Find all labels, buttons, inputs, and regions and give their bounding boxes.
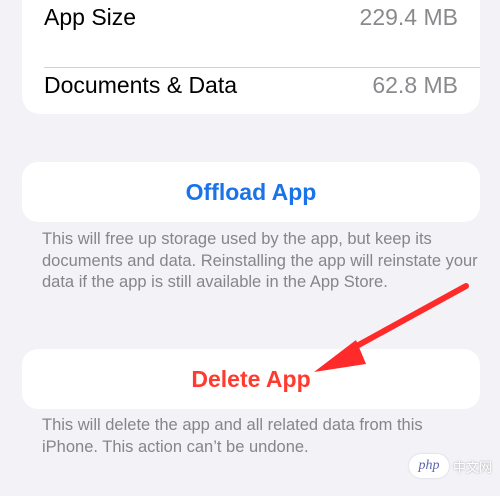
offload-app-button[interactable]: Offload App	[22, 162, 480, 222]
documents-data-label: Documents & Data	[44, 71, 238, 98]
app-size-value: 229.4 MB	[359, 3, 458, 30]
php-logo-icon: php	[408, 454, 449, 478]
watermark-text: 中文网	[452, 459, 492, 475]
documents-data-row: Documents & Data 62.8 MB	[44, 55, 458, 115]
delete-app-note: This will delete the app and all related…	[42, 416, 423, 456]
delete-app-button[interactable]: Delete App	[22, 349, 480, 409]
offload-app-label: Offload App	[185, 178, 317, 205]
storage-info-card: App Size 229.4 MB Documents & Data 62.8 …	[22, 0, 480, 114]
watermark: php 中文网	[408, 454, 492, 478]
app-size-row: App Size 229.4 MB	[44, 0, 458, 47]
delete-app-label: Delete App	[191, 365, 311, 392]
offload-app-note: This will free up storage used by the ap…	[42, 230, 478, 291]
app-size-label: App Size	[44, 3, 137, 30]
documents-data-value: 62.8 MB	[372, 71, 458, 98]
